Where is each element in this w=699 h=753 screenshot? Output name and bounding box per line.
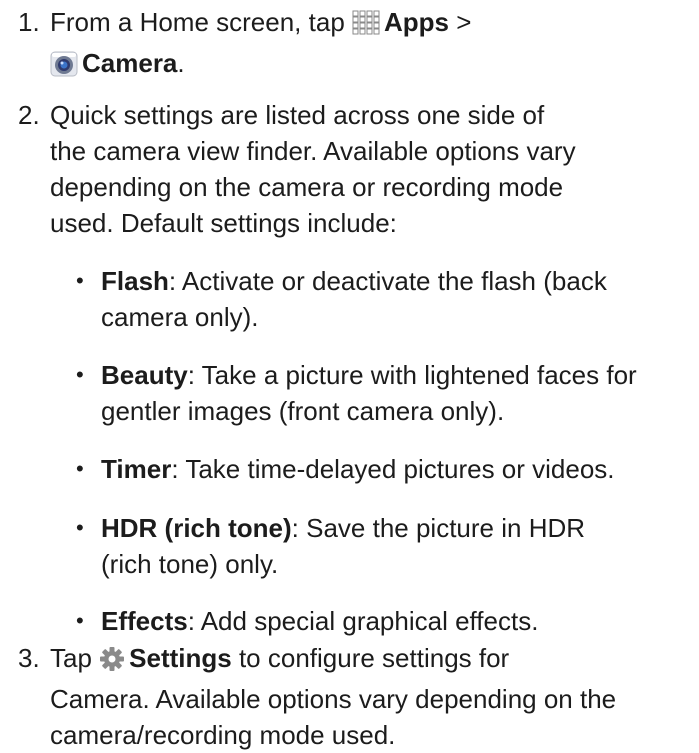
step-number: 3. xyxy=(18,643,40,673)
apps-grid-icon xyxy=(352,9,380,45)
camera-label: Camera xyxy=(82,48,178,78)
step-text-line: Camera. Available options vary depending… xyxy=(50,684,617,714)
camera-lens-icon xyxy=(50,50,78,86)
gear-icon xyxy=(99,645,125,681)
bullet-term: HDR (rich tone) xyxy=(101,513,292,543)
step-number: 1. xyxy=(18,7,40,37)
step-text-line: Quick settings are listed across one sid… xyxy=(50,100,545,130)
step-text-line: depending on the camera or recording mod… xyxy=(50,172,564,202)
step-text-line: From a Home screen, tap xyxy=(50,7,345,37)
step-text: Tap Settings to configure settings for C… xyxy=(50,640,690,753)
bullet-term: Flash xyxy=(101,266,169,296)
bullet-dot: • xyxy=(76,608,84,633)
apps-label: Apps xyxy=(384,7,450,37)
step-number: 2. xyxy=(18,100,40,130)
instruction-page: 1. From a Home screen, tap Apps > Camera… xyxy=(0,0,699,751)
bullet-term: Effects xyxy=(101,606,188,636)
bullet-term: Beauty xyxy=(101,360,188,390)
bullet-dot: • xyxy=(76,362,84,387)
step-text-line: the camera view finder. Available option… xyxy=(50,136,576,166)
bullet-dot: • xyxy=(76,268,84,293)
bullet-term: Timer xyxy=(101,454,172,484)
step-text: Quick settings are listed across one sid… xyxy=(50,97,690,241)
bullet-dot: • xyxy=(76,456,84,481)
settings-label: Settings xyxy=(129,643,232,673)
bullet-dot: • xyxy=(76,515,84,540)
step-text-line: camera/recording mode used. xyxy=(50,720,396,750)
step-text: From a Home screen, tap Apps > Camera. xyxy=(50,4,690,86)
step-text-line: used. Default settings include: xyxy=(50,208,397,238)
breadcrumb-separator: > xyxy=(456,7,472,37)
